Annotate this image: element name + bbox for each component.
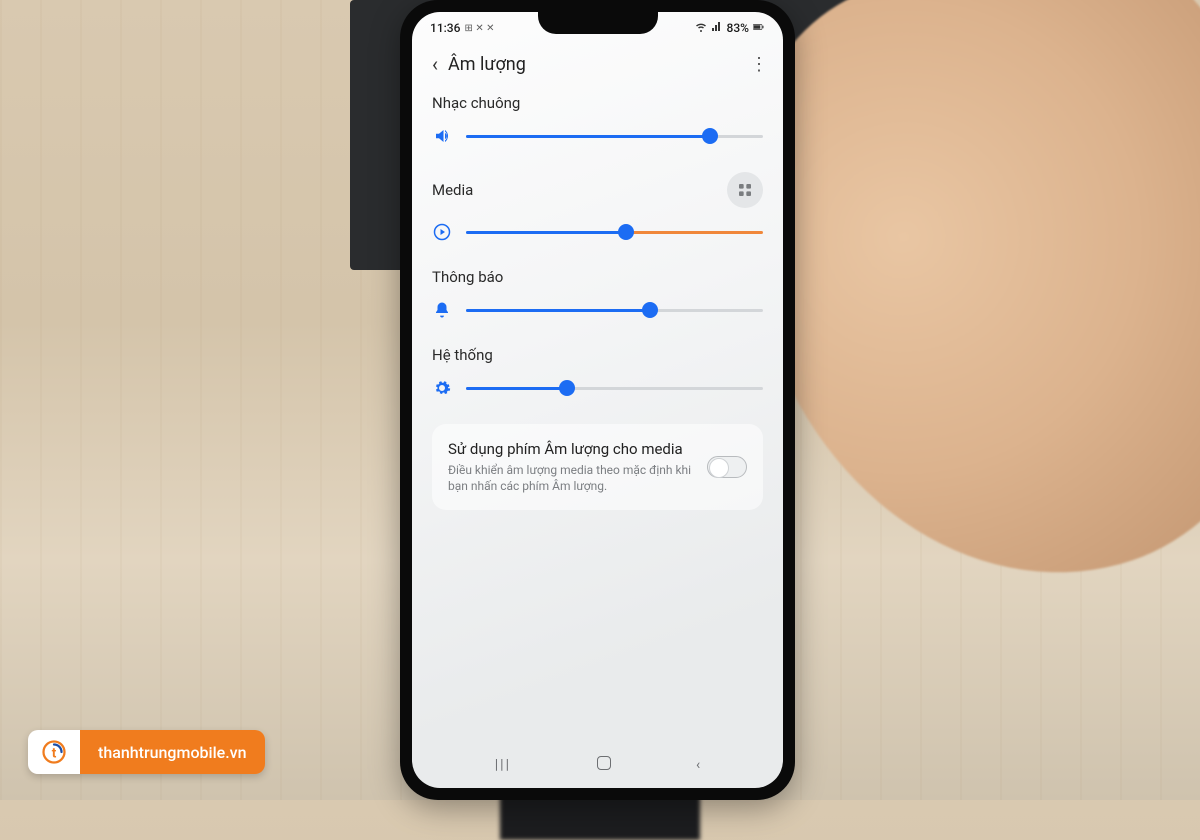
notch	[538, 12, 658, 34]
notify-slider[interactable]	[466, 309, 763, 312]
nav-back[interactable]: ‹	[696, 757, 700, 773]
watermark-logo-icon: t	[28, 730, 80, 774]
wifi-icon	[695, 21, 707, 36]
phone-frame: 11:36 ⊞ ✕ ✕ 83% ‹ Âm lượng ⋮	[400, 0, 795, 800]
battery-text: 83%	[727, 21, 749, 35]
status-time: 11:36	[430, 21, 460, 35]
bell-icon	[432, 300, 452, 320]
page-title: Âm lượng	[448, 54, 749, 75]
nav-recents[interactable]: |||	[495, 757, 511, 773]
app-header: ‹ Âm lượng ⋮	[412, 38, 783, 88]
system-slider[interactable]	[466, 387, 763, 390]
slider-group-media: Media	[432, 172, 763, 242]
media-apps-button[interactable]	[727, 172, 763, 208]
slider-group-notify: Thông báo	[432, 268, 763, 320]
svg-text:t: t	[52, 745, 57, 761]
play-icon	[432, 222, 452, 242]
watermark: t thanhtrungmobile.vn	[28, 730, 265, 774]
speaker-icon	[432, 126, 452, 146]
ringtone-label: Nhạc chuông	[432, 94, 520, 112]
notify-label: Thông báo	[432, 268, 503, 286]
phone-screen: 11:36 ⊞ ✕ ✕ 83% ‹ Âm lượng ⋮	[412, 12, 783, 788]
card-subtitle: Điều khiển âm lượng media theo mặc định …	[448, 462, 693, 494]
gear-icon	[432, 378, 452, 398]
android-navbar: ||| ‹	[412, 748, 783, 782]
signal-icon	[711, 21, 723, 36]
back-icon[interactable]: ‹	[422, 52, 448, 76]
volume-key-card[interactable]: Sử dụng phím Âm lượng cho media Điều khi…	[432, 424, 763, 510]
slider-group-ringtone: Nhạc chuông	[432, 94, 763, 146]
battery-icon	[753, 21, 765, 36]
media-label: Media	[432, 181, 473, 199]
system-label: Hệ thống	[432, 346, 493, 364]
nav-home[interactable]	[597, 756, 611, 774]
status-icons-left: ⊞ ✕ ✕	[464, 23, 494, 34]
media-slider[interactable]	[466, 231, 763, 234]
more-icon[interactable]: ⋮	[749, 54, 769, 75]
ringtone-slider[interactable]	[466, 135, 763, 138]
volume-key-toggle[interactable]	[707, 456, 747, 478]
slider-group-system: Hệ thống	[432, 346, 763, 398]
watermark-text: thanhtrungmobile.vn	[80, 730, 265, 774]
card-title: Sử dụng phím Âm lượng cho media	[448, 440, 693, 458]
